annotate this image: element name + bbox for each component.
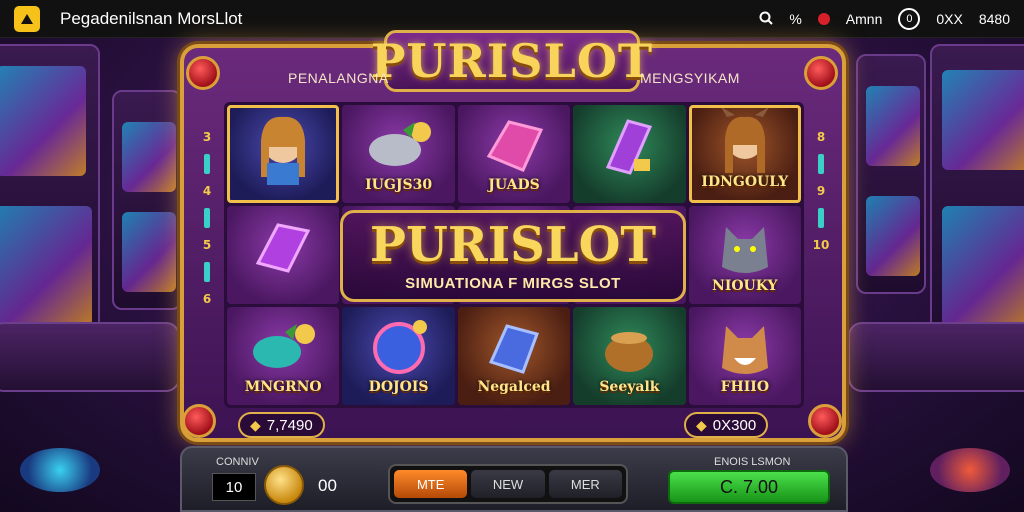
fox-symbol-icon (721, 326, 768, 375)
reel-cell (573, 105, 686, 203)
reel-cell (227, 206, 340, 304)
reel-cell (227, 105, 340, 203)
symbol-label: IUGJS30 (365, 177, 433, 193)
blue-gem-icon (372, 320, 427, 375)
portrait-symbol-icon (261, 116, 306, 185)
symbol-label: FHIIO (720, 379, 770, 395)
banner-subtitle: SIMUATIONA F MIRGS SLOT (405, 274, 621, 292)
payline-number: 6 (202, 292, 212, 306)
reel-cell: IUGJS30 (342, 105, 455, 203)
symbol-label: DOJOIS (368, 379, 429, 395)
mode-button[interactable]: MTE (394, 470, 468, 498)
payline-number: 3 (202, 130, 212, 144)
win-pill: ◆ 0X300 (684, 412, 769, 438)
status-badge[interactable]: 0 (898, 8, 921, 30)
background-console-left (0, 322, 180, 392)
coin-icon: ◆ (250, 416, 261, 433)
pink-gem-icon (486, 120, 544, 173)
spin-button[interactable]: C. 7.00 (668, 470, 830, 504)
wolf-symbol-icon (721, 227, 768, 274)
symbol-label: NIOUKY (712, 278, 778, 294)
gold-pot-icon (605, 332, 654, 373)
header-label-left: PENALANGNA (288, 70, 389, 86)
reel-cell: MNGRNO (227, 307, 340, 405)
symbol-label: Negalced (477, 379, 551, 395)
title-bar-controls: % Amnn 0 0XX 8480 (759, 0, 1010, 38)
win-value: 0X300 (712, 416, 757, 434)
app-logo-icon[interactable] (14, 5, 40, 32)
reel-cell: FHIIO (688, 307, 801, 405)
percent-icon[interactable]: % (789, 11, 801, 27)
payline-number: 4 (202, 184, 212, 198)
bet-button-group: MTE NEW MER (388, 464, 628, 504)
reel-cell: DOJOIS (342, 307, 455, 405)
symbol-label: JUADS (488, 177, 540, 193)
mode-button[interactable]: MER (548, 470, 622, 498)
spin-label: ENOIS LSMON (714, 456, 791, 468)
header-label-right: MENGSYIKAM (640, 70, 740, 86)
reel-cell: NIOUKY (688, 206, 801, 304)
reel-cell: Negalced (457, 307, 571, 405)
symbol-label: IDNGOULY (701, 174, 789, 190)
user-label[interactable]: Amnn (846, 11, 883, 27)
background-cabinet-left-2 (112, 90, 182, 310)
top-value-1: 0XX (936, 11, 963, 27)
coin-label: CONNIV (216, 456, 259, 468)
record-dot-icon[interactable] (817, 13, 830, 25)
payline-number: 10 (812, 238, 830, 252)
top-value-2: 8480 (978, 11, 1010, 27)
balance-pill: ◆ 7,7490 (238, 412, 325, 438)
game-logo: PURISLOT (371, 30, 652, 92)
corner-gem-icon (808, 404, 842, 438)
payline-number: 8 (816, 130, 826, 144)
blue-crystal-icon (488, 324, 539, 375)
payline-rail-left: 3 4 5 6 (200, 130, 214, 306)
purple-gem-icon (606, 119, 653, 175)
payline-number: 9 (816, 184, 826, 198)
search-icon[interactable] (759, 11, 774, 28)
background-cabinet-right (930, 44, 1024, 344)
fish-symbol-icon (368, 122, 431, 167)
reel-cell: IDNGOULY (688, 105, 801, 203)
new-button[interactable]: NEW (471, 470, 545, 498)
balance-value: 7,7490 (266, 416, 313, 434)
symbol-label: MNGRNO (244, 379, 322, 395)
background-button-right (930, 448, 1010, 492)
corner-gem-icon (186, 56, 220, 90)
center-title-banner: PURISLOT SIMUATIONA F MIRGS SLOT (340, 210, 686, 302)
window-title: Pegadenilsnan MorsLlot (60, 8, 243, 28)
background-console-right (848, 322, 1024, 392)
purple-gem-icon (255, 223, 311, 273)
coin-count-field[interactable]: 10 (212, 473, 256, 501)
corner-gem-icon (804, 56, 838, 90)
banner-title: PURISLOT (369, 216, 657, 273)
corner-gem-icon (182, 404, 216, 438)
reel-cell: JUADS (457, 105, 571, 203)
background-button-left (20, 448, 100, 492)
teal-fish-icon (253, 324, 316, 369)
coin-icon: ◆ (696, 416, 707, 433)
background-cabinet-right-2 (856, 54, 926, 294)
payline-number: 5 (202, 238, 212, 252)
symbol-label: Seeyalk (599, 379, 660, 395)
payline-rail-right: 8 9 10 (812, 130, 830, 252)
reel-cell: Seeyalk (573, 307, 686, 405)
background-cabinet-left (0, 44, 100, 344)
coin-icon[interactable] (264, 465, 304, 505)
coin-value: 00 (318, 476, 337, 495)
